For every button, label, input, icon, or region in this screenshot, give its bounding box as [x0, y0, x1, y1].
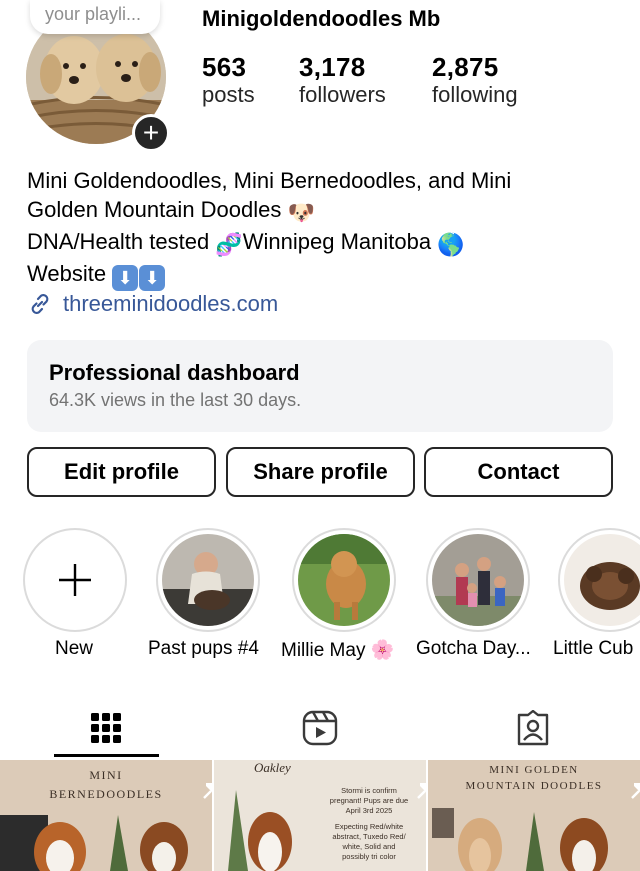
grid-icon — [91, 713, 121, 743]
post-text-line: pregnant! Pups are due — [329, 796, 409, 805]
post-title-line: MOUNTAIN DOODLES — [465, 780, 603, 792]
post-title-line: BERNEDOODLES — [49, 787, 163, 801]
edit-profile-button[interactable]: Edit profile — [27, 447, 216, 497]
stat-following[interactable]: 2,875 following — [432, 52, 518, 108]
down-arrow-icon: ⬇ — [112, 265, 139, 291]
link-icon — [31, 294, 49, 314]
add-story-button[interactable]: + — [132, 114, 170, 152]
tab-grid[interactable] — [56, 700, 156, 756]
post-script-name: Oakley — [254, 760, 291, 775]
active-tab-indicator — [54, 754, 159, 757]
post-title: MINI GOLDEN MOUNTAIN DOODLES — [428, 764, 640, 792]
bio-line-1: Mini Goldendoodles, Mini Bernedoodles, a… — [27, 168, 512, 193]
stat-followers[interactable]: 3,178 followers — [299, 52, 386, 108]
stat-followers-label: followers — [299, 82, 386, 107]
bio-link[interactable]: threeminidoodles.com — [27, 291, 278, 317]
highlight-gotcha-day[interactable]: Gotcha Day... — [416, 528, 538, 659]
post-text-line: Expecting Red/white — [334, 822, 404, 831]
highlight-ring[interactable] — [426, 528, 530, 632]
highlight-label: New — [55, 638, 94, 659]
highlight-ring[interactable] — [558, 528, 640, 632]
post-text-line: white, Solid and — [342, 842, 396, 851]
reels-icon — [302, 710, 338, 746]
highlight-label: Gotcha Day... — [416, 638, 531, 659]
highlight-little-cub[interactable]: Little Cub — [550, 528, 640, 659]
post-text-line: abstract, Tuxedo Red/ — [332, 832, 406, 841]
highlight-millie-may[interactable]: Millie May 🌸 — [281, 528, 404, 661]
post-text-line: possibly tri color — [342, 852, 396, 861]
highlight-cover-image — [564, 534, 640, 626]
stat-posts-label: posts — [202, 82, 255, 107]
bio-line-4: Website ⬇ ⬇ — [27, 259, 627, 291]
stat-posts[interactable]: 563 posts — [202, 52, 255, 108]
dashboard-subtitle: 64.3K views in the last 30 days. — [49, 390, 302, 410]
bio-line-2: Golden Mountain Doodles 🐶 — [27, 195, 627, 227]
profile-tab-bar — [0, 700, 640, 760]
highlight-cover-image — [298, 534, 390, 626]
stat-followers-value: 3,178 — [299, 52, 366, 82]
profile-username: Minigoldendoodles Mb — [202, 6, 441, 31]
stat-following-value: 2,875 — [432, 52, 499, 82]
stat-posts-value: 563 — [202, 52, 247, 82]
grid-post[interactable]: MINI BERNEDOODLES — [0, 760, 212, 871]
post-text-line: Stormi is confirm — [341, 786, 397, 795]
down-arrow-icon: ⬇ — [139, 265, 166, 291]
post-title: MINI BERNEDOODLES — [0, 768, 212, 802]
post-title-line: MINI GOLDEN — [489, 764, 579, 776]
plus-icon — [59, 564, 91, 596]
post-text-line: April 3rd 2025 — [345, 806, 393, 815]
globe-icon: 🌎 — [437, 232, 465, 257]
stat-following-label: following — [432, 82, 518, 107]
tab-tagged[interactable] — [483, 700, 583, 756]
highlight-label: Past pups #4 — [148, 638, 259, 659]
tagged-icon — [517, 710, 549, 746]
profile-note-bubble[interactable]: your playli... — [30, 0, 160, 34]
contact-button[interactable]: Contact — [424, 447, 613, 497]
profile-bio: Mini Goldendoodles, Mini Bernedoodles, a… — [27, 166, 627, 291]
highlight-label: Millie May 🌸 — [281, 640, 395, 661]
bio-line-2-text: Golden Mountain Doodles — [27, 197, 282, 222]
highlight-new-ring[interactable] — [23, 528, 127, 632]
bio-line-3: DNA/Health tested 🧬Winnipeg Manitoba 🌎 — [27, 227, 627, 259]
post-announcement-text: Stormi is confirm pregnant! Pups are due… — [314, 786, 424, 862]
highlight-past-pups[interactable]: Past pups #4 — [148, 528, 268, 659]
highlight-label: Little Cub — [553, 638, 634, 659]
plus-icon: + — [142, 117, 160, 148]
highlight-ring[interactable] — [156, 528, 260, 632]
bio-link-text[interactable]: threeminidoodles.com — [63, 291, 278, 317]
dna-icon: 🧬 — [215, 232, 243, 257]
grid-post[interactable]: MINI GOLDEN MOUNTAIN DOODLES — [428, 760, 640, 871]
tab-reels[interactable] — [270, 700, 370, 756]
post-title-line: MINI — [89, 768, 123, 782]
profile-note-text: your playli... — [45, 4, 142, 24]
dashboard-title: Professional dashboard — [49, 360, 300, 385]
bio-line-3a-text: DNA/Health tested — [27, 229, 210, 254]
bio-line-3b-text: Winnipeg Manitoba — [242, 229, 432, 254]
grid-post[interactable]: Oakley Stormi is confirm pregnant! Pups … — [214, 760, 426, 871]
dog-face-icon: 🐶 — [287, 200, 315, 225]
highlight-new[interactable]: New — [15, 528, 135, 659]
highlight-cover-image — [162, 534, 254, 626]
highlight-ring[interactable] — [292, 528, 396, 632]
highlight-cover-image — [432, 534, 524, 626]
professional-dashboard-card[interactable]: Professional dashboard 64.3K views in th… — [27, 340, 613, 432]
bio-line-4-text: Website — [27, 261, 107, 286]
share-profile-button[interactable]: Share profile — [226, 447, 415, 497]
